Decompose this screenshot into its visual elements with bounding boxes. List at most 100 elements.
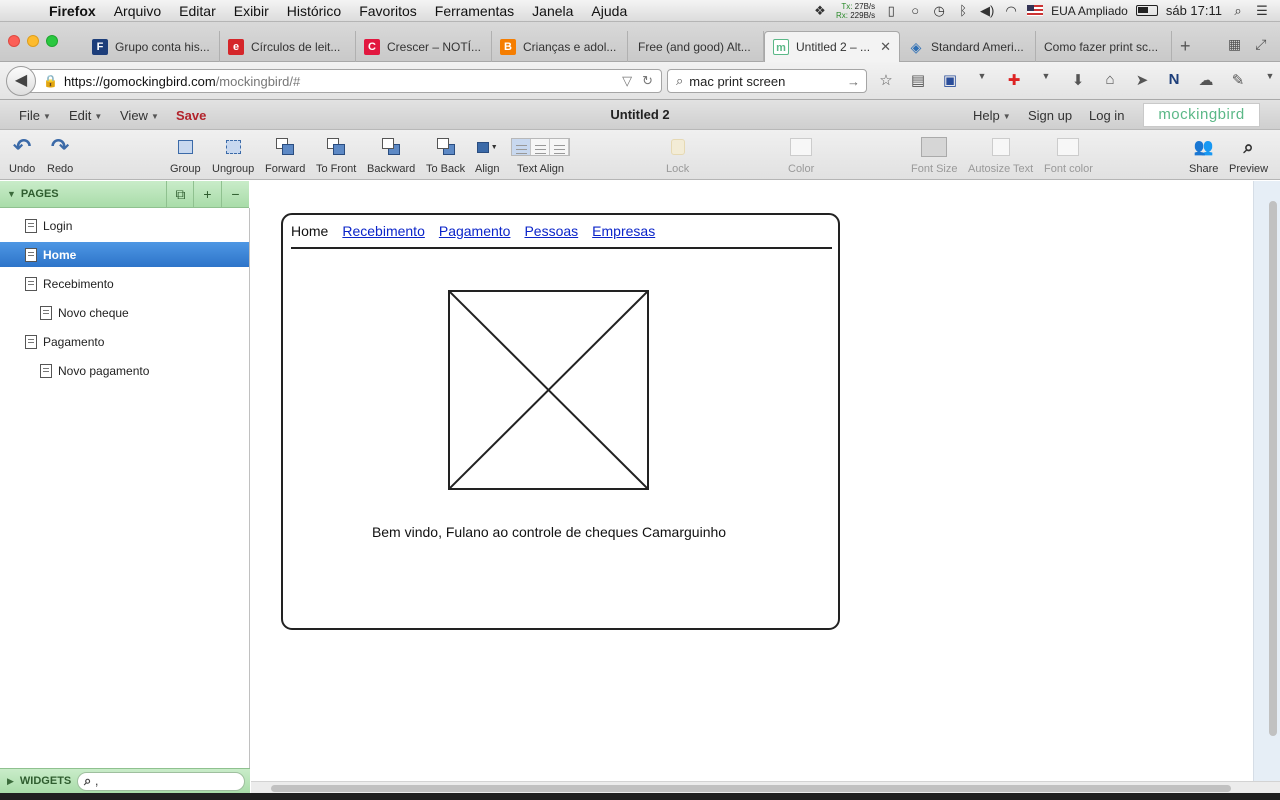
scrollbar-thumb[interactable]: [1269, 201, 1277, 736]
dropdown-icon[interactable]: ▼: [972, 71, 992, 89]
mockingbird-logo[interactable]: mockingbird: [1143, 103, 1260, 127]
page-item-recebimento[interactable]: Recebimento: [0, 271, 249, 296]
menu-ajuda[interactable]: Ajuda: [582, 3, 636, 19]
file-menu[interactable]: File ▼: [19, 108, 51, 123]
undo-button[interactable]: ↶ Undo: [9, 136, 35, 176]
menu-arquivo[interactable]: Arquivo: [105, 3, 170, 19]
wifi-icon[interactable]: ◠: [1003, 3, 1019, 19]
remove-page-button[interactable]: −: [221, 181, 249, 207]
notification-center-icon[interactable]: ☰: [1254, 3, 1270, 19]
login-link[interactable]: Log in: [1089, 108, 1124, 123]
mockup-nav-empresas[interactable]: Empresas: [592, 223, 655, 247]
tab-close-icon[interactable]: ✕: [872, 39, 891, 55]
edit-menu[interactable]: Edit ▼: [69, 108, 102, 123]
menu-editar[interactable]: Editar: [170, 3, 225, 19]
mockup-welcome-text[interactable]: Bem vindo, Fulano ao controle de cheques…: [283, 524, 815, 540]
search-input[interactable]: ⌕ mac print screen →: [667, 69, 867, 93]
notes-icon[interactable]: N: [1164, 71, 1184, 89]
autosize-text-button[interactable]: Autosize Text: [968, 136, 1033, 175]
add-page-button[interactable]: +: [193, 181, 221, 207]
reload-icon[interactable]: ↻: [642, 73, 653, 89]
page-item-novo-cheque[interactable]: Novo cheque: [0, 300, 249, 325]
align-button[interactable]: ▼ Align: [475, 136, 499, 175]
menu-janela[interactable]: Janela: [523, 3, 582, 19]
menu-favoritos[interactable]: Favoritos: [350, 3, 426, 19]
time-machine-icon[interactable]: ◷: [931, 3, 947, 19]
color-button[interactable]: Color: [788, 136, 814, 175]
forward-button[interactable]: Forward: [265, 136, 305, 175]
dropdown-icon[interactable]: ▼: [1036, 71, 1056, 89]
duplicate-page-icon[interactable]: ⧉: [166, 181, 194, 207]
backward-button[interactable]: Backward: [367, 136, 415, 175]
mockup-nav-recebimento[interactable]: Recebimento: [342, 223, 425, 247]
tab-standard-american[interactable]: ◈ Standard Ameri...: [900, 31, 1036, 62]
mockup-nav-bar[interactable]: Home Recebimento Pagamento Pessoas Empre…: [291, 223, 832, 249]
lock-button[interactable]: Lock: [666, 136, 689, 175]
help-menu[interactable]: Help ▼: [973, 108, 1011, 123]
widgets-panel-header[interactable]: ▶ WIDGETS ⌕ ,: [0, 768, 250, 793]
tab-grupo-conta[interactable]: F Grupo conta his...: [84, 31, 220, 62]
menu-exibir[interactable]: Exibir: [225, 3, 278, 19]
url-bar[interactable]: 🔒 https://gomockingbird.com/mockingbird/…: [30, 69, 662, 93]
fullscreen-icon[interactable]: ⤢: [1255, 36, 1266, 53]
battery-icon[interactable]: [1135, 5, 1158, 16]
mockup-image-placeholder[interactable]: [448, 290, 649, 490]
save-button[interactable]: Save: [176, 108, 206, 123]
dropdown-icon[interactable]: ▼: [1260, 71, 1280, 89]
signup-link[interactable]: Sign up: [1028, 108, 1072, 123]
mockup-nav-pagamento[interactable]: Pagamento: [439, 223, 511, 247]
group-button[interactable]: Group: [170, 136, 201, 175]
network-monitor[interactable]: Tx: 27B/s Rx: 229B/s: [836, 2, 875, 20]
chat-icon[interactable]: ○: [907, 3, 923, 18]
mockup-browser-frame[interactable]: Home Recebimento Pagamento Pessoas Empre…: [281, 213, 840, 630]
to-front-button[interactable]: To Front: [316, 136, 356, 175]
save-disk-icon[interactable]: ▣: [940, 71, 960, 89]
tab-untitled-2[interactable]: m Untitled 2 – ... ✕: [764, 31, 900, 62]
tab-como-fazer-print[interactable]: Como fazer print sc...: [1036, 31, 1172, 62]
font-color-button[interactable]: Font color: [1044, 136, 1093, 175]
ungroup-button[interactable]: Ungroup: [212, 136, 254, 175]
to-back-button[interactable]: To Back: [426, 136, 465, 175]
tab-free-alt[interactable]: Free (and good) Alt...: [628, 31, 764, 62]
back-button[interactable]: ◀: [6, 66, 36, 96]
close-window-button[interactable]: [8, 35, 20, 47]
menu-historico[interactable]: Histórico: [278, 3, 350, 19]
page-item-pagamento[interactable]: Pagamento: [0, 329, 249, 354]
page-item-home[interactable]: Home: [0, 242, 249, 267]
scrollbar-thumb[interactable]: [271, 785, 1231, 792]
keyboard-flag-icon[interactable]: [1027, 5, 1044, 16]
send-icon[interactable]: ➤: [1132, 71, 1152, 89]
menu-app-name[interactable]: Firefox: [40, 3, 105, 19]
tab-groups-icon[interactable]: ▦: [1228, 36, 1241, 53]
clock[interactable]: sáb 17:11: [1166, 3, 1222, 18]
history-dropdown-icon[interactable]: ▽: [622, 73, 632, 89]
view-menu[interactable]: View ▼: [120, 108, 159, 123]
addon-red-cross-icon[interactable]: ✚: [1004, 71, 1024, 89]
dropbox-icon[interactable]: ❖: [812, 3, 828, 19]
page-item-novo-pagamento[interactable]: Novo pagamento: [0, 358, 249, 383]
vertical-scrollbar[interactable]: [1253, 181, 1280, 781]
expand-triangle-icon[interactable]: ▶: [7, 776, 14, 787]
minimize-window-button[interactable]: [27, 35, 39, 47]
menu-ferramentas[interactable]: Ferramentas: [426, 3, 523, 19]
bluetooth-icon[interactable]: ᛒ: [955, 3, 971, 18]
chat-bubble-icon[interactable]: ☁: [1196, 71, 1216, 89]
mockup-nav-home[interactable]: Home: [291, 223, 328, 247]
home-icon[interactable]: ⌂: [1100, 71, 1120, 89]
new-tab-button[interactable]: +: [1180, 36, 1191, 57]
font-size-button[interactable]: Font Size: [911, 136, 957, 175]
preview-button[interactable]: ⌕ Preview: [1229, 136, 1268, 176]
tab-criancas[interactable]: B Crianças e adol...: [492, 31, 628, 62]
volume-icon[interactable]: ◀): [979, 3, 995, 19]
bookmark-star-icon[interactable]: ☆: [876, 71, 896, 89]
reading-list-icon[interactable]: ▤: [908, 71, 928, 89]
download-icon[interactable]: ⬇: [1068, 71, 1088, 89]
share-button[interactable]: 👥 Share: [1189, 136, 1218, 175]
page-item-login[interactable]: Login: [0, 213, 249, 238]
search-go-icon[interactable]: →: [847, 74, 866, 89]
text-align-control[interactable]: Text Align: [511, 136, 570, 175]
phone-icon[interactable]: ▯: [883, 3, 899, 19]
mockup-nav-pessoas[interactable]: Pessoas: [524, 223, 578, 247]
tab-circulos[interactable]: e Círculos de leit...: [220, 31, 356, 62]
widget-search-input[interactable]: ⌕ ,: [77, 772, 245, 791]
